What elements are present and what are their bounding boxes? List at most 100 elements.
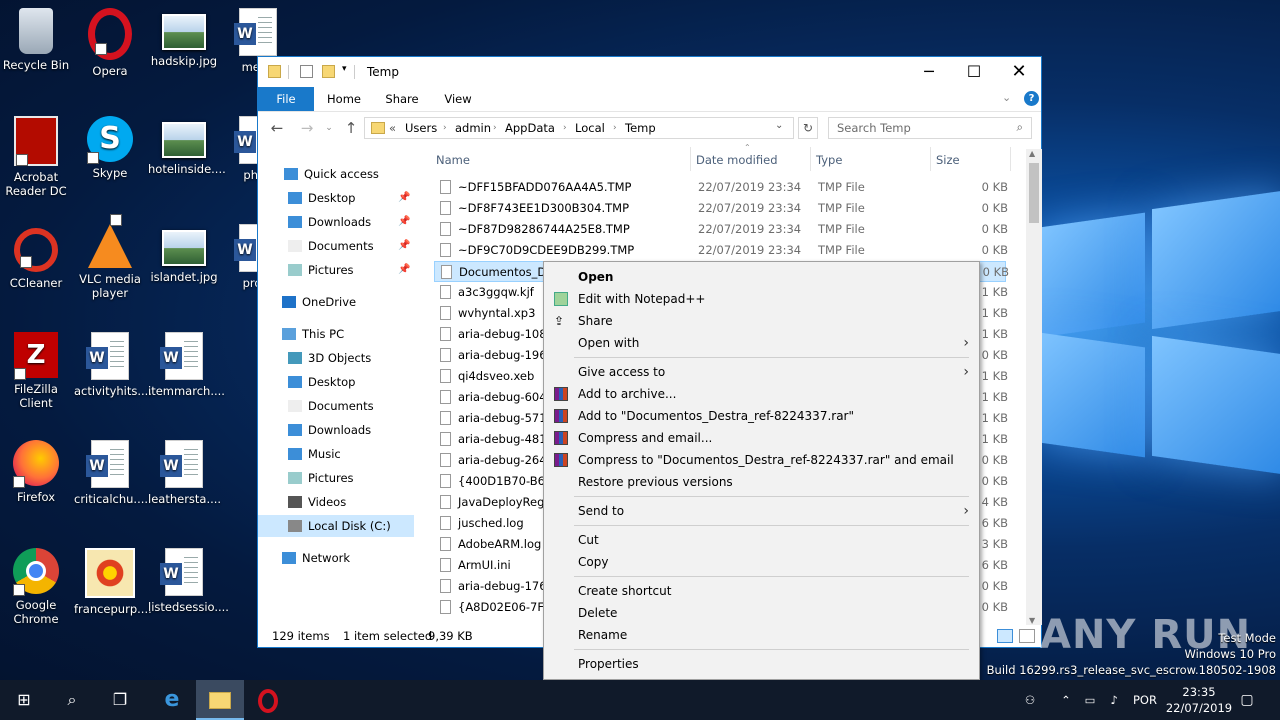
tab-file[interactable]: File xyxy=(258,87,314,111)
sidebar-item-downloads[interactable]: Downloads 📌 xyxy=(258,211,414,233)
search-icon[interactable]: ⌕ xyxy=(48,680,96,720)
network-status-icon[interactable]: ▭ xyxy=(1080,680,1100,720)
tab-home[interactable]: Home xyxy=(320,87,368,111)
desktop-icon[interactable]: islandet.jpg xyxy=(148,218,220,284)
recent-locations-icon[interactable]: ⌄ xyxy=(320,119,338,137)
breadcrumb-temp[interactable]: Temp xyxy=(625,121,656,135)
input-language[interactable]: POR xyxy=(1128,680,1162,720)
desktop-icon[interactable]: itemmarch.... xyxy=(148,326,225,398)
clock[interactable]: 23:35 22/07/2019 xyxy=(1164,680,1234,720)
desktop-icon[interactable]: Recycle Bin xyxy=(0,2,72,72)
people-icon[interactable]: ⚇ xyxy=(1020,680,1040,720)
desktop-icon[interactable]: VLC media player xyxy=(74,214,146,300)
breadcrumb-admin[interactable]: admin xyxy=(455,121,491,135)
breadcrumb-users[interactable]: Users xyxy=(405,121,437,135)
sidebar-item-pictures[interactable]: Pictures 📌 xyxy=(258,259,414,281)
refresh-icon[interactable]: ↻ xyxy=(798,117,818,139)
maximize-button[interactable]: ☐ xyxy=(951,57,997,87)
sidebar-item-videos[interactable]: Videos xyxy=(258,491,414,513)
menu-item-edit-with-notepad[interactable]: Edit with Notepad++ xyxy=(544,288,979,310)
sidebar-item-network[interactable]: Network xyxy=(258,547,414,569)
close-button[interactable]: ✕ xyxy=(996,57,1042,87)
menu-item-open-with[interactable]: Open with › xyxy=(544,332,979,354)
menu-item-compress-and-email[interactable]: Compress and email... xyxy=(544,427,979,449)
sidebar-item-onedrive[interactable]: OneDrive xyxy=(258,291,414,313)
sidebar-item-pictures[interactable]: Pictures xyxy=(258,467,414,489)
file-row[interactable]: ~DFF15BFADD076AA4A5.TMP 22/07/2019 23:34 T… xyxy=(434,177,1008,198)
help-icon[interactable]: ? xyxy=(1024,91,1039,106)
sidebar-item-3d-objects[interactable]: 3D Objects xyxy=(258,347,414,369)
new-folder-icon[interactable] xyxy=(322,65,335,78)
desktop-icon[interactable]: Opera xyxy=(74,2,146,78)
file-row[interactable]: ~DF87D98286744A25E8.TMP 22/07/2019 23:34 T… xyxy=(434,219,1008,240)
desktop-icon[interactable]: criticalchu.... xyxy=(74,434,148,506)
start-icon[interactable]: ⊞ xyxy=(0,680,48,720)
desktop-icon[interactable]: listedsessio.... xyxy=(148,542,229,614)
tab-share[interactable]: Share xyxy=(378,87,426,111)
breadcrumb-appdata[interactable]: AppData xyxy=(505,121,555,135)
expand-ribbon-icon[interactable]: ⌄ xyxy=(1002,91,1011,104)
column-header-size[interactable]: Size xyxy=(936,153,960,167)
desktop-icon[interactable]: activityhits.... xyxy=(74,326,152,398)
sidebar-item-quick-access[interactable]: Quick access xyxy=(258,163,414,185)
menu-item-copy[interactable]: Copy xyxy=(544,551,979,573)
desktop-icon[interactable]: Google Chrome xyxy=(0,542,72,626)
tab-view[interactable]: View xyxy=(434,87,482,111)
menu-item-cut[interactable]: Cut xyxy=(544,529,979,551)
address-dropdown-icon[interactable]: ⌄ xyxy=(775,120,783,131)
column-header-name[interactable]: Name xyxy=(436,153,470,167)
desktop-icon[interactable]: leathersta.... xyxy=(148,434,221,506)
menu-item-delete[interactable]: Delete xyxy=(544,602,979,624)
desktop-icon[interactable]: S Skype xyxy=(74,110,146,180)
menu-item-send-to[interactable]: Send to › xyxy=(544,500,979,522)
file-explorer-icon[interactable] xyxy=(196,680,244,720)
menu-item-add-to-archive[interactable]: Add to archive... xyxy=(544,383,979,405)
properties-icon[interactable] xyxy=(300,65,313,78)
breadcrumb-local[interactable]: Local xyxy=(575,121,605,135)
address-bar[interactable]: « Users › admin › AppData › Local › Temp… xyxy=(364,117,794,139)
menu-item-compress-to-documentos-destra-ref-822433[interactable]: Compress to "Documentos_Destra_ref-82243… xyxy=(544,449,979,471)
desktop-icon[interactable]: Firefox xyxy=(0,434,72,504)
scroll-down-arrow-icon[interactable]: ▼ xyxy=(1029,616,1035,625)
file-row[interactable]: ~DF8F743EE1D300B304.TMP 22/07/2019 23:34 T… xyxy=(434,198,1008,219)
sidebar-item-desktop[interactable]: Desktop xyxy=(258,371,414,393)
scrollbar-thumb[interactable] xyxy=(1029,163,1039,223)
search-input[interactable]: Search Temp ⌕ xyxy=(828,117,1032,139)
edge-icon[interactable]: e xyxy=(148,680,196,720)
vertical-scrollbar[interactable]: ▲ ▼ xyxy=(1026,149,1042,625)
forward-arrow-icon[interactable]: → xyxy=(298,119,316,137)
minimize-button[interactable]: ─ xyxy=(906,57,952,87)
sidebar-item-documents[interactable]: Documents 📌 xyxy=(258,235,414,257)
sidebar-item-desktop[interactable]: Desktop 📌 xyxy=(258,187,414,209)
show-hidden-icons-icon[interactable]: ⌃ xyxy=(1058,680,1074,720)
desktop-icon[interactable]: hadskip.jpg xyxy=(148,2,220,68)
menu-item-share[interactable]: ⇪ Share xyxy=(544,310,979,332)
menu-item-open[interactable]: Open xyxy=(544,266,979,288)
menu-item-create-shortcut[interactable]: Create shortcut xyxy=(544,580,979,602)
sidebar-item-music[interactable]: Music xyxy=(258,443,414,465)
action-center-icon[interactable]: ▢ xyxy=(1236,680,1258,720)
desktop-icon[interactable]: francepurp.... xyxy=(74,542,152,616)
sidebar-item-downloads[interactable]: Downloads xyxy=(258,419,414,441)
desktop-icon[interactable]: CCleaner xyxy=(0,218,72,290)
up-arrow-icon[interactable]: ↑ xyxy=(342,119,360,137)
desktop-icon[interactable]: Acrobat Reader DC xyxy=(0,110,72,198)
opera-icon[interactable] xyxy=(244,680,292,720)
desktop-icon[interactable]: hotelinside.... xyxy=(148,110,226,176)
menu-item-rename[interactable]: Rename xyxy=(544,624,979,646)
menu-item-give-access-to[interactable]: Give access to › xyxy=(544,361,979,383)
quick-access-toolbar-dropdown[interactable]: ▾ xyxy=(342,64,347,74)
desktop-icon[interactable]: Z FileZilla Client xyxy=(0,326,72,410)
task-view-icon[interactable]: ❐ xyxy=(96,680,144,720)
menu-item-properties[interactable]: Properties xyxy=(544,653,979,675)
title-bar[interactable]: ▾ Temp ─ ☐ ✕ xyxy=(258,57,1041,87)
scroll-up-arrow-icon[interactable]: ▲ xyxy=(1029,149,1035,158)
menu-item-add-to-documentos-destra-ref-8224337-rar[interactable]: Add to "Documentos_Destra_ref-8224337.ra… xyxy=(544,405,979,427)
menu-item-restore-previous-versions[interactable]: Restore previous versions xyxy=(544,471,979,493)
column-header-type[interactable]: Type xyxy=(816,153,842,167)
sidebar-item-local-disk-c[interactable]: Local Disk (C:) xyxy=(258,515,414,537)
breadcrumb-overflow[interactable]: « xyxy=(389,121,396,135)
file-row[interactable]: ~DF9C70D9CDEE9DB299.TMP 22/07/2019 23:34 T… xyxy=(434,240,1008,261)
sidebar-item-this-pc[interactable]: This PC xyxy=(258,323,414,345)
volume-icon[interactable]: ♪ xyxy=(1104,680,1124,720)
